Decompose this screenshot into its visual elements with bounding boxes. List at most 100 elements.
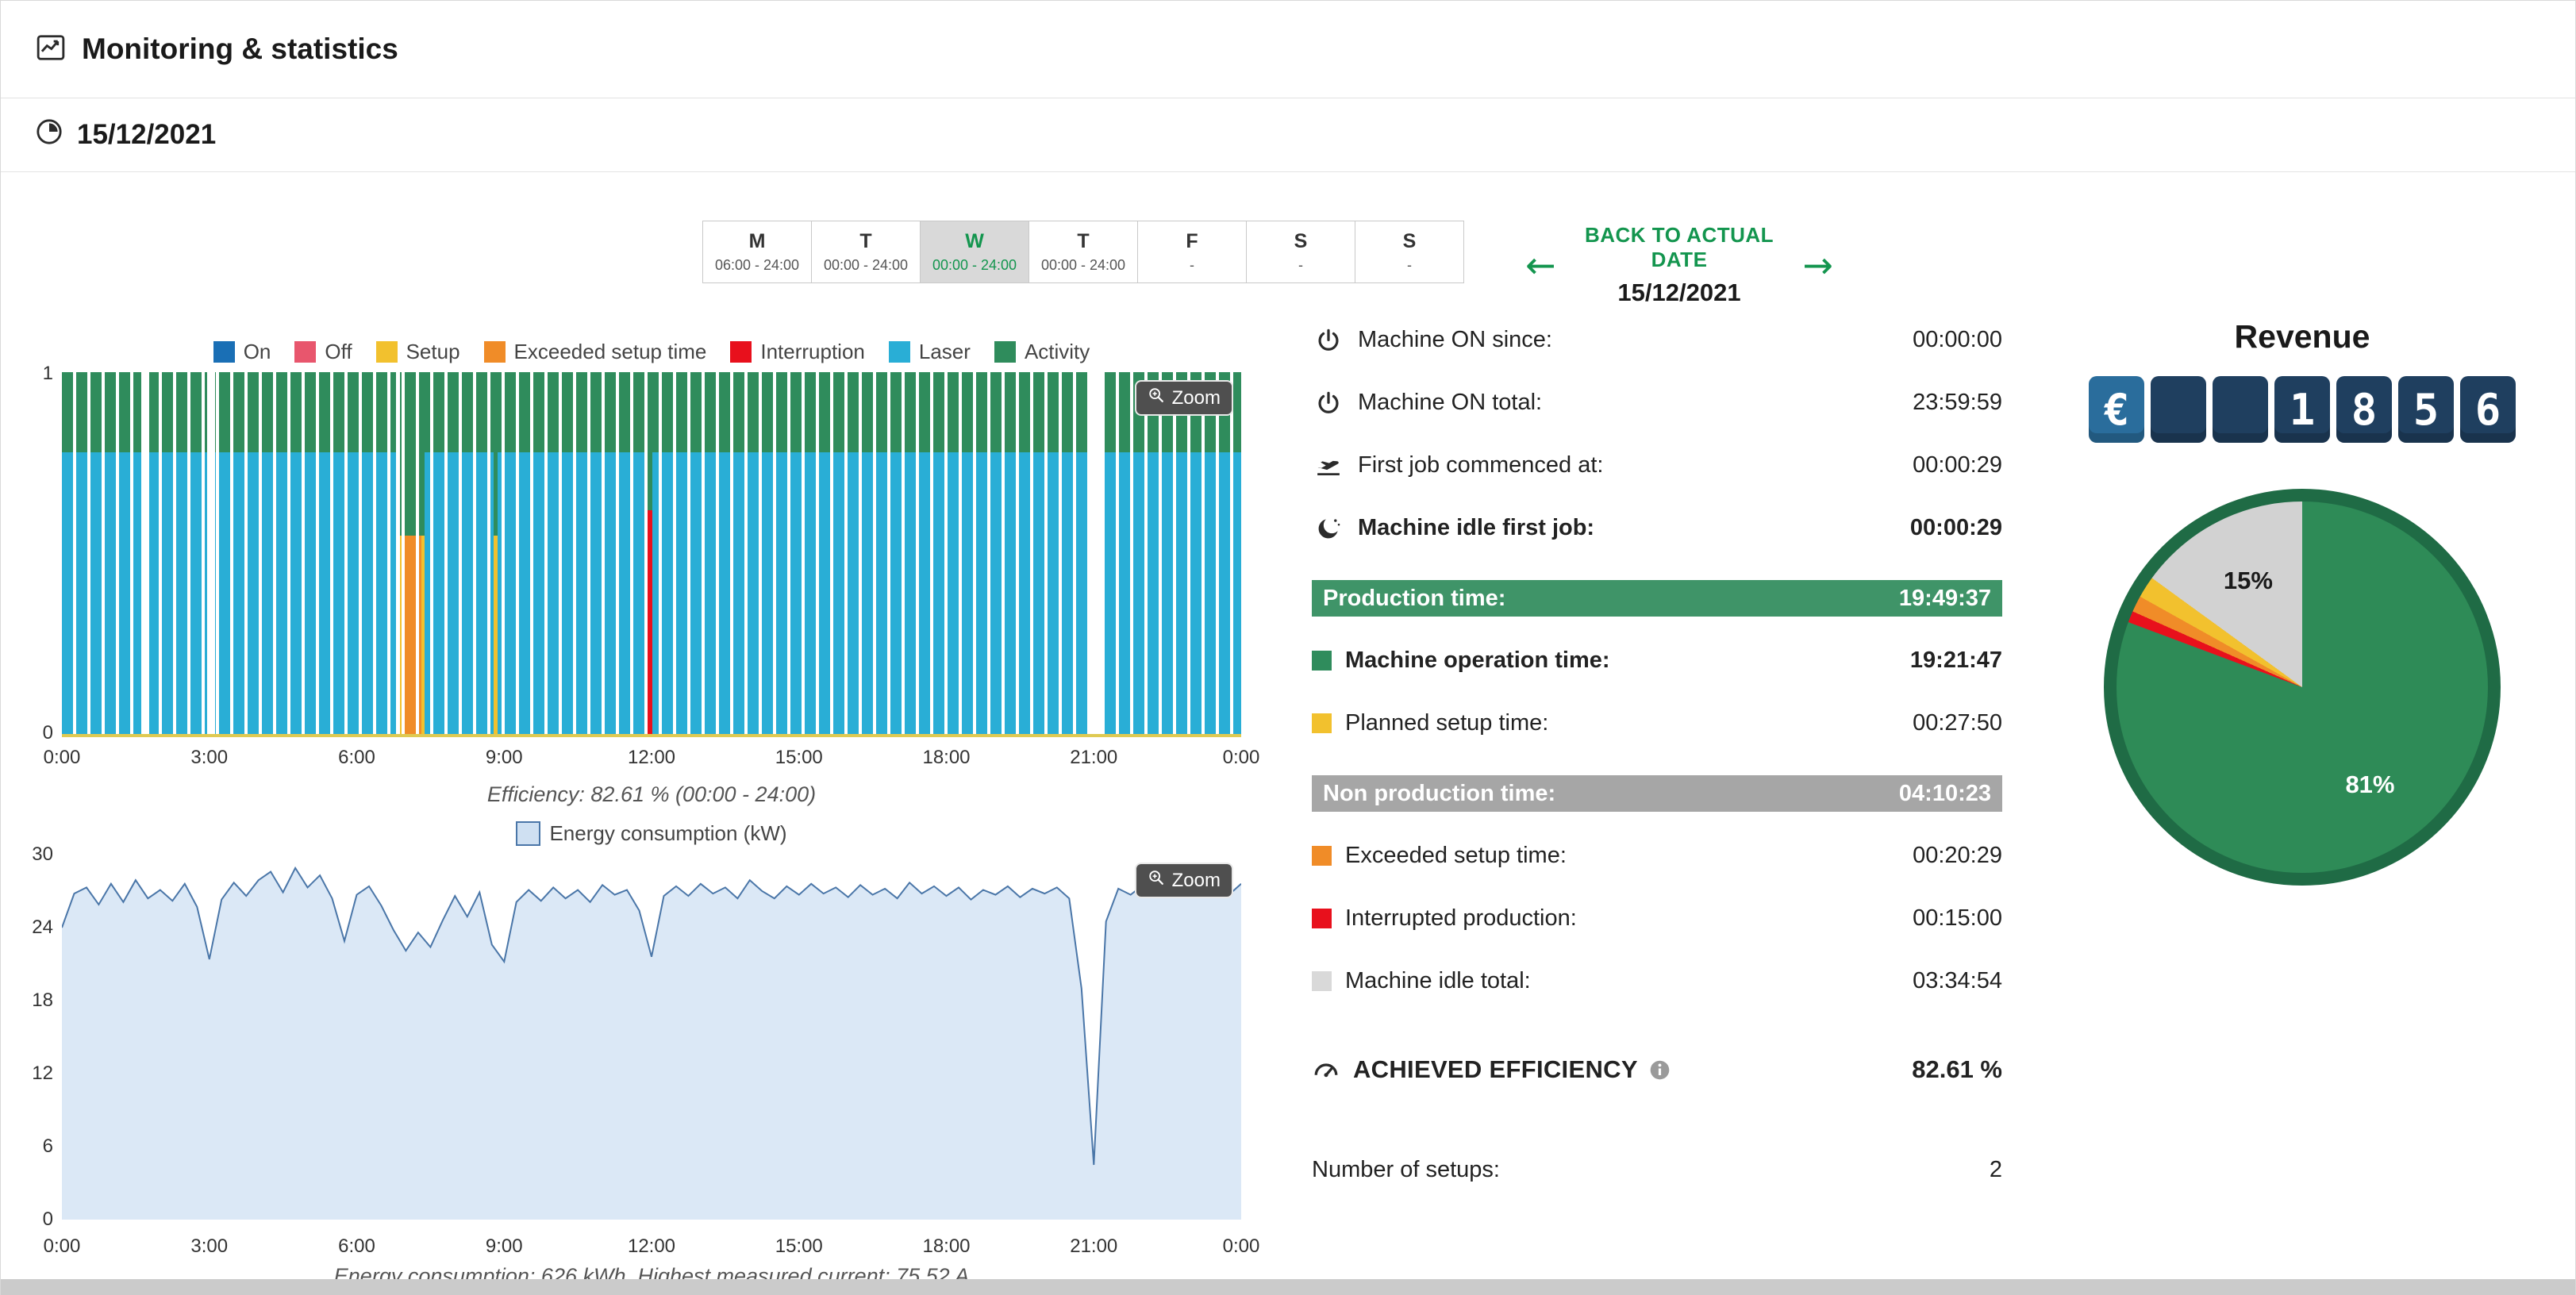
day-letter: S bbox=[1403, 230, 1417, 253]
time-distribution-pie-chart: 81%15% bbox=[2104, 489, 2501, 886]
timeline-y-max-label: 1 bbox=[43, 363, 53, 385]
timeline-segment-laser bbox=[62, 452, 141, 735]
legend-item: Activity bbox=[994, 340, 1090, 364]
x-tick-label: 9:00 bbox=[486, 747, 523, 769]
revenue-digital-display: €1856 bbox=[2080, 376, 2524, 443]
achieved-efficiency-label: ACHIEVED EFFICIENCY bbox=[1353, 1055, 1638, 1084]
day-cell-t[interactable]: T00:00 - 24:00 bbox=[812, 221, 921, 282]
day-letter: M bbox=[749, 230, 766, 253]
timeline-segment-interruption bbox=[646, 510, 653, 735]
legend-label: Exceeded setup time bbox=[514, 340, 707, 364]
energy-zoom-button[interactable]: Zoom bbox=[1135, 863, 1233, 898]
stat-value: 03:34:54 bbox=[1913, 968, 2002, 994]
x-tick-label: 6:00 bbox=[338, 1235, 375, 1258]
x-tick-label: 15:00 bbox=[775, 1235, 823, 1258]
horizontal-scrollbar[interactable] bbox=[1, 1279, 2575, 1295]
timeline-segment-laser bbox=[505, 452, 645, 735]
stat-row: Machine idle first job:00:00:29 bbox=[1312, 497, 2002, 559]
timeline-segment-laser bbox=[425, 452, 494, 735]
achieved-efficiency-value: 82.61 % bbox=[1912, 1055, 2002, 1084]
stat-row: Machine idle total:03:34:54 bbox=[1312, 950, 2002, 1013]
x-tick-label: 0:00 bbox=[1223, 747, 1260, 769]
energy-area-series bbox=[62, 855, 1241, 1220]
x-tick-label: 15:00 bbox=[775, 747, 823, 769]
y-tick-label: 18 bbox=[32, 990, 53, 1012]
zoom-button-label: Zoom bbox=[1172, 870, 1221, 892]
page-header: Monitoring & statistics bbox=[1, 1, 2575, 98]
stat-label: First job commenced at: bbox=[1358, 452, 1603, 478]
day-cell-t[interactable]: T 00:00 - 24:00 bbox=[1029, 221, 1138, 282]
stat-label: Interrupted production: bbox=[1345, 905, 1577, 932]
legend-swatch bbox=[889, 341, 910, 363]
monitoring-page: Monitoring & statistics 15/12/2021 M06:0… bbox=[0, 0, 2576, 1295]
next-day-arrow-icon[interactable]: → bbox=[1797, 246, 1838, 284]
date-navigation: ← BACK TO ACTUAL DATE 15/12/2021 → bbox=[1521, 223, 1838, 307]
timeline-segment-activity bbox=[405, 372, 422, 536]
energy-legend: Energy consumption (kW) bbox=[62, 821, 1241, 846]
timeline-segment-exceeded bbox=[405, 536, 422, 735]
day-letter: S bbox=[1294, 230, 1308, 253]
day-range: 00:00 - 24:00 bbox=[932, 257, 1017, 274]
timeline-y-min-label: 0 bbox=[43, 722, 53, 744]
timeline-segment-activity bbox=[652, 372, 1088, 452]
back-to-actual-date-button[interactable]: BACK TO ACTUAL DATE bbox=[1561, 223, 1798, 272]
digit-tile: 8 bbox=[2336, 376, 2392, 443]
x-tick-label: 18:00 bbox=[922, 747, 970, 769]
number-of-setups-value: 2 bbox=[1990, 1157, 2002, 1183]
y-tick-label: 30 bbox=[32, 843, 53, 866]
stat-value: 00:00:29 bbox=[1910, 515, 2002, 541]
timeline-baseline bbox=[62, 734, 1241, 737]
x-tick-label: 3:00 bbox=[190, 747, 228, 769]
day-letter: T bbox=[859, 230, 871, 253]
power-icon bbox=[1312, 390, 1345, 416]
day-letter: F bbox=[1186, 230, 1198, 253]
timeline-segment-laser bbox=[149, 452, 206, 735]
stat-row: First job commenced at: 00:00:29 bbox=[1312, 434, 2002, 497]
stat-label: Machine ON total: bbox=[1358, 390, 1542, 416]
timeline-segment-laser bbox=[215, 452, 396, 735]
x-tick-label: 0:00 bbox=[1223, 1235, 1260, 1258]
moon-icon bbox=[1312, 515, 1345, 542]
number-of-setups-label: Number of setups: bbox=[1312, 1157, 1500, 1183]
pie-slice-label: 15% bbox=[2224, 567, 2273, 595]
timeline-zoom-button[interactable]: Zoom bbox=[1135, 380, 1233, 416]
legend-swatch bbox=[730, 341, 752, 363]
day-cell-m[interactable]: M06:00 - 24:00 bbox=[703, 221, 812, 282]
stat-value: 00:27:50 bbox=[1913, 710, 2002, 736]
timeline-x-axis: 0:003:006:009:0012:0015:0018:0021:000:00 bbox=[62, 747, 1241, 770]
day-letter: T bbox=[1077, 230, 1089, 253]
x-tick-label: 21:00 bbox=[1070, 1235, 1117, 1258]
legend-swatch bbox=[376, 341, 398, 363]
stat-label: Exceeded setup time: bbox=[1345, 843, 1567, 869]
stat-row: Interrupted production:00:15:00 bbox=[1312, 887, 2002, 950]
previous-day-arrow-icon[interactable]: ← bbox=[1521, 246, 1561, 284]
stat-value: 23:59:59 bbox=[1913, 390, 2002, 416]
day-range: - bbox=[1407, 257, 1412, 274]
day-cell-w[interactable]: W00:00 - 24:00 bbox=[921, 221, 1029, 282]
x-tick-label: 12:00 bbox=[628, 1235, 675, 1258]
legend-item: Interruption bbox=[730, 340, 865, 364]
stat-value: 00:00:29 bbox=[1913, 452, 2002, 478]
current-date-label: 15/12/2021 bbox=[77, 119, 216, 151]
stat-value: 19:21:47 bbox=[1910, 648, 2002, 674]
day-cell-s[interactable]: S- bbox=[1355, 221, 1463, 282]
legend-label: Off bbox=[325, 340, 352, 364]
power-icon bbox=[1312, 328, 1345, 353]
timeline-segment-activity bbox=[62, 372, 141, 452]
x-tick-label: 0:00 bbox=[44, 747, 81, 769]
zoom-in-icon bbox=[1148, 869, 1165, 892]
statistics-chart-icon bbox=[36, 33, 66, 67]
revenue-panel: Revenue €1856 81%15% bbox=[2080, 318, 2524, 886]
day-cell-s[interactable]: S- bbox=[1247, 221, 1355, 282]
timeline-segment-activity bbox=[646, 372, 653, 510]
zoom-in-icon bbox=[1148, 386, 1165, 409]
day-cell-f[interactable]: F- bbox=[1138, 221, 1247, 282]
legend-label: Laser bbox=[919, 340, 971, 364]
x-tick-label: 6:00 bbox=[338, 747, 375, 769]
stat-row: Machine operation time:19:21:47 bbox=[1312, 629, 2002, 692]
day-range: 00:00 - 24:00 bbox=[1041, 257, 1125, 274]
stat-value: 00:20:29 bbox=[1913, 843, 2002, 869]
info-icon[interactable] bbox=[1649, 1059, 1671, 1081]
stat-row: Machine ON total: 23:59:59 bbox=[1312, 371, 2002, 434]
digit-tile: 1 bbox=[2274, 376, 2330, 443]
